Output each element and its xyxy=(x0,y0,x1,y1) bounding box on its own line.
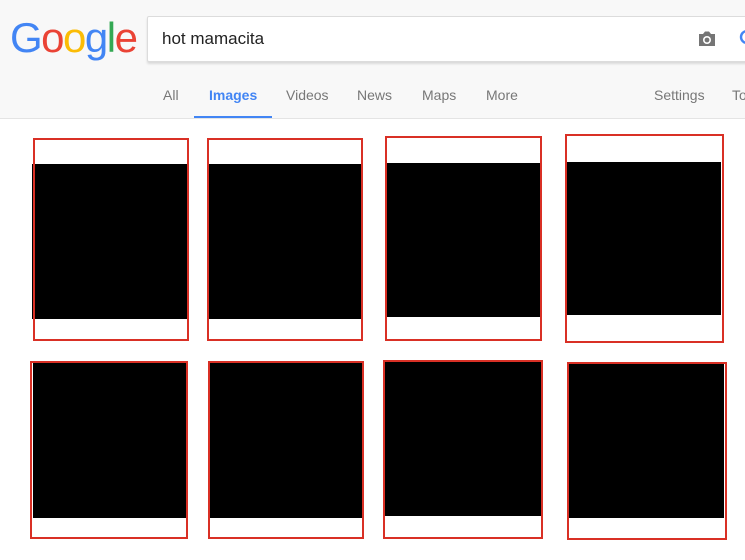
logo-letter-o1: o xyxy=(41,14,64,61)
logo-letter-l: l xyxy=(106,14,116,61)
result-thumbnail xyxy=(567,162,721,315)
tab-more[interactable]: More xyxy=(486,78,518,116)
tab-all[interactable]: All xyxy=(163,78,179,116)
image-result-8[interactable] xyxy=(567,362,729,542)
google-logo[interactable]: Google xyxy=(10,12,138,64)
image-result-2[interactable] xyxy=(206,136,364,342)
search-tabs: All Images Videos News Maps More Setting… xyxy=(0,78,745,118)
search-box xyxy=(147,16,745,62)
logo-letter-g: G xyxy=(10,14,43,61)
search-header: Google All Images Videos News Maps More … xyxy=(0,0,745,119)
result-thumbnail xyxy=(208,164,362,319)
image-result-3[interactable] xyxy=(385,134,543,342)
image-result-6[interactable] xyxy=(208,361,366,541)
tab-maps[interactable]: Maps xyxy=(422,78,456,116)
tab-images[interactable]: Images xyxy=(194,78,273,118)
search-input[interactable] xyxy=(162,17,682,61)
tab-settings[interactable]: Settings xyxy=(654,78,705,116)
tab-news[interactable]: News xyxy=(357,78,392,116)
image-result-5[interactable] xyxy=(30,361,190,541)
result-thumbnail xyxy=(33,363,187,518)
image-result-4[interactable] xyxy=(565,133,725,343)
result-thumbnail xyxy=(569,364,724,518)
camera-icon[interactable] xyxy=(696,28,718,50)
result-thumbnail xyxy=(385,362,541,516)
result-thumbnail xyxy=(32,164,187,319)
tab-tools[interactable]: Tools xyxy=(732,78,745,116)
image-result-1[interactable] xyxy=(31,136,189,342)
image-result-7[interactable] xyxy=(383,360,545,541)
result-thumbnail xyxy=(210,363,363,518)
logo-letter-e: e xyxy=(114,14,138,61)
result-thumbnail xyxy=(387,163,540,317)
logo-letter-g2: g xyxy=(84,14,108,61)
logo-letter-o2: o xyxy=(63,14,86,61)
tab-videos[interactable]: Videos xyxy=(286,78,329,116)
search-icon[interactable] xyxy=(738,28,745,50)
image-results-grid xyxy=(0,118,745,560)
